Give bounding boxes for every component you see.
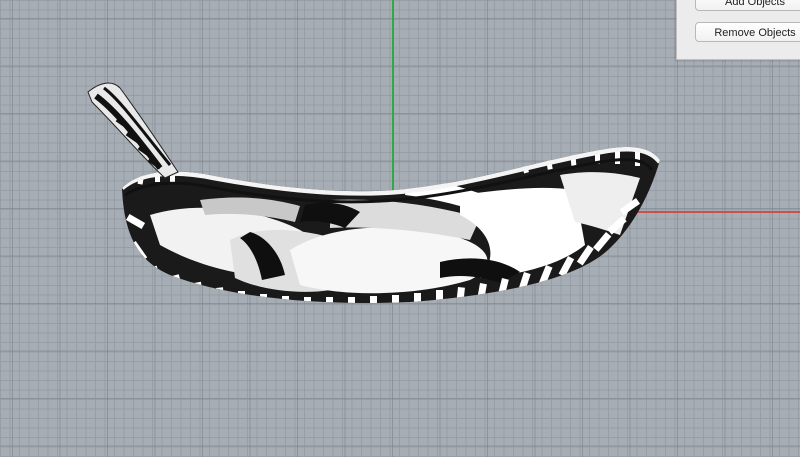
bowl-stripes xyxy=(122,147,660,303)
add-objects-button[interactable]: Add Objects xyxy=(695,0,800,11)
banana-bowl-model[interactable] xyxy=(0,0,800,457)
object-panel: Add Objects Remove Objects xyxy=(676,0,800,60)
remove-objects-button[interactable]: Remove Objects xyxy=(695,22,800,42)
3d-viewport[interactable]: Add Objects Remove Objects xyxy=(0,0,800,457)
